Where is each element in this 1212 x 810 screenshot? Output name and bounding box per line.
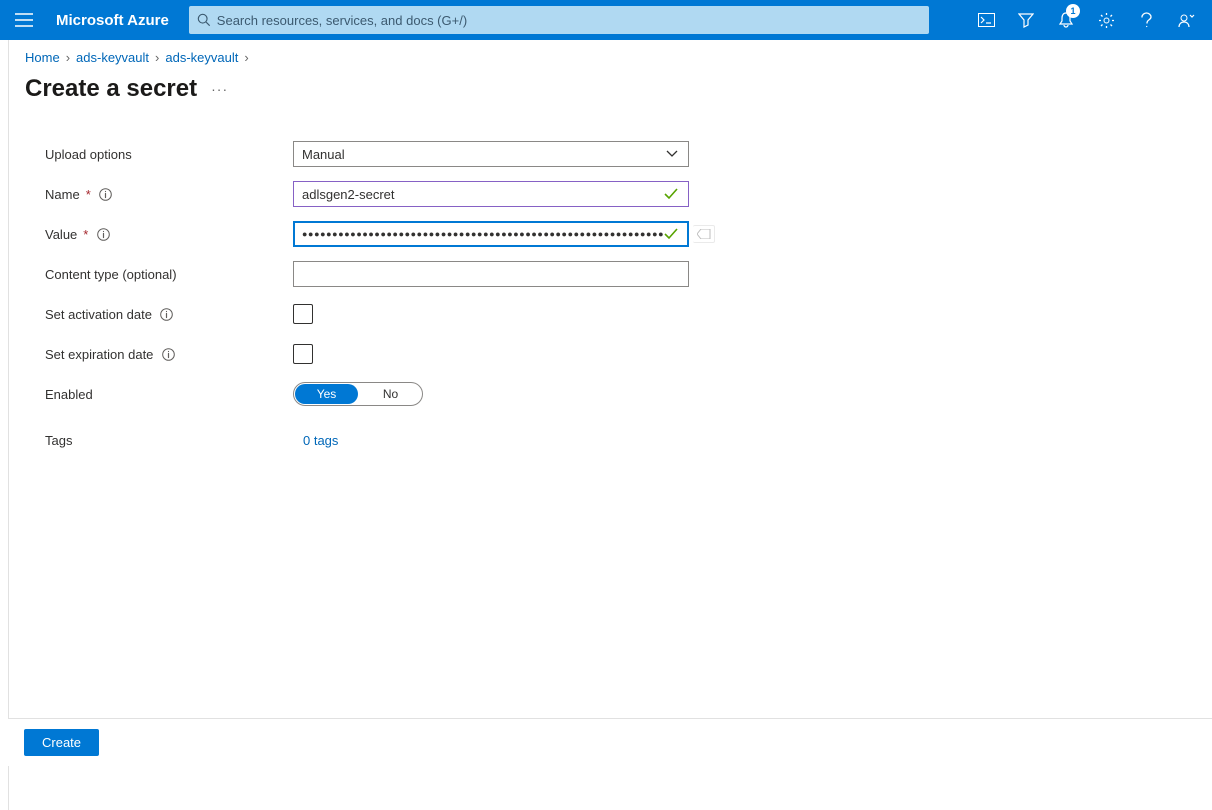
- enabled-label: Enabled: [45, 387, 293, 402]
- enabled-yes[interactable]: Yes: [295, 384, 358, 404]
- check-icon: [664, 228, 680, 240]
- cloud-shell-icon: [978, 13, 995, 27]
- upload-options-value: Manual: [302, 147, 345, 162]
- feedback-button[interactable]: [1166, 0, 1206, 40]
- settings-button[interactable]: [1086, 0, 1126, 40]
- upload-options-label: Upload options: [45, 147, 293, 162]
- name-label: Name *: [45, 187, 293, 202]
- expiration-date-label: Set expiration date: [45, 347, 293, 362]
- expiration-date-checkbox[interactable]: [293, 344, 313, 364]
- breadcrumb-keyvault-1[interactable]: ads-keyvault: [76, 50, 149, 65]
- more-actions-button[interactable]: ···: [211, 81, 228, 97]
- notification-badge: 1: [1066, 4, 1080, 18]
- search-icon: [197, 13, 211, 27]
- name-input[interactable]: [302, 187, 664, 202]
- info-icon[interactable]: [160, 307, 174, 321]
- global-search[interactable]: [189, 6, 929, 34]
- breadcrumb-sep: ›: [66, 50, 70, 65]
- info-icon[interactable]: [161, 347, 175, 361]
- activation-date-checkbox[interactable]: [293, 304, 313, 324]
- info-icon[interactable]: [96, 227, 110, 241]
- page-title: Create a secret: [25, 75, 197, 103]
- name-input-wrapper: [293, 181, 689, 207]
- hamburger-menu[interactable]: [0, 0, 48, 40]
- check-icon: [664, 188, 680, 200]
- feedback-icon: [1177, 12, 1195, 28]
- content-type-input-wrapper: [293, 261, 689, 287]
- content-type-input[interactable]: [302, 267, 680, 282]
- content-type-label: Content type (optional): [45, 267, 293, 282]
- clear-input-button[interactable]: [693, 225, 715, 243]
- help-icon: [1141, 12, 1152, 29]
- required-mark: *: [86, 187, 91, 202]
- breadcrumb-sep: ›: [155, 50, 159, 65]
- breadcrumb: Home › ads-keyvault › ads-keyvault ›: [25, 40, 1196, 71]
- breadcrumb-keyvault-2[interactable]: ads-keyvault: [165, 50, 238, 65]
- value-input[interactable]: ●●●●●●●●●●●●●●●●●●●●●●●●●●●●●●●●●●●●●●●●…: [302, 229, 664, 239]
- gear-icon: [1098, 12, 1115, 29]
- enabled-no[interactable]: No: [359, 383, 422, 405]
- page-content: Home › ads-keyvault › ads-keyvault › Cre…: [8, 40, 1212, 810]
- footer: Create: [8, 718, 1212, 766]
- tags-link[interactable]: 0 tags: [293, 433, 338, 448]
- breadcrumb-home[interactable]: Home: [25, 50, 60, 65]
- activation-date-label: Set activation date: [45, 307, 293, 322]
- filter-icon: [1018, 12, 1034, 28]
- global-search-input[interactable]: [217, 13, 921, 28]
- breadcrumb-sep: ›: [244, 50, 248, 65]
- enabled-toggle[interactable]: Yes No: [293, 382, 423, 406]
- directory-filter-button[interactable]: [1006, 0, 1046, 40]
- notifications-button[interactable]: 1: [1046, 0, 1086, 40]
- info-icon[interactable]: [99, 187, 113, 201]
- hamburger-icon: [15, 13, 33, 27]
- create-button[interactable]: Create: [24, 729, 99, 756]
- cloud-shell-button[interactable]: [966, 0, 1006, 40]
- value-input-wrapper: ●●●●●●●●●●●●●●●●●●●●●●●●●●●●●●●●●●●●●●●●…: [293, 221, 689, 247]
- create-secret-form: Upload options Manual Name *: [25, 135, 1196, 459]
- topbar-actions: 1: [966, 0, 1206, 40]
- brand-label: Microsoft Azure: [48, 12, 189, 29]
- chevron-down-icon: [664, 150, 680, 158]
- upload-options-select[interactable]: Manual: [293, 141, 689, 167]
- tags-label: Tags: [45, 433, 293, 448]
- page-title-row: Create a secret ···: [25, 71, 1196, 135]
- required-mark: *: [83, 227, 88, 242]
- backspace-icon: [697, 229, 711, 239]
- help-button[interactable]: [1126, 0, 1166, 40]
- topbar: Microsoft Azure 1: [0, 0, 1212, 40]
- value-label: Value *: [45, 227, 293, 242]
